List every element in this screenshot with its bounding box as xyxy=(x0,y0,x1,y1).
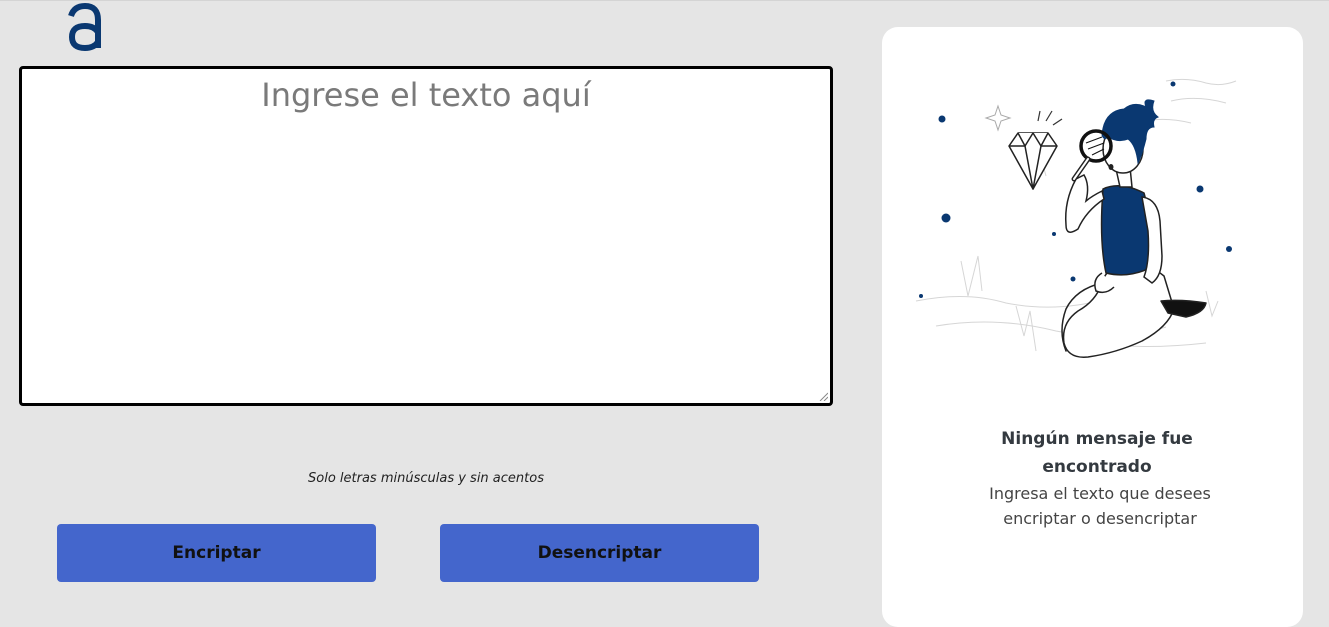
encrypt-button[interactable]: Encriptar xyxy=(57,524,376,582)
person-with-magnifier-and-diamond-illustration-icon xyxy=(915,78,1237,358)
top-border xyxy=(0,0,1329,1)
brand-logo-icon xyxy=(68,2,101,52)
output-panel: Ningún mensaje fue encontrado Ingresa el… xyxy=(882,27,1303,627)
empty-state-title: Ningún mensaje fue encontrado xyxy=(1001,429,1193,477)
empty-state-subtitle: Ingresa el texto que desees encriptar o … xyxy=(989,484,1211,528)
decrypt-button[interactable]: Desencriptar xyxy=(440,524,759,582)
message-input[interactable] xyxy=(19,66,833,406)
resize-handle-icon[interactable] xyxy=(818,391,828,401)
input-hint: Solo letras minúsculas y sin acentos xyxy=(308,471,544,486)
